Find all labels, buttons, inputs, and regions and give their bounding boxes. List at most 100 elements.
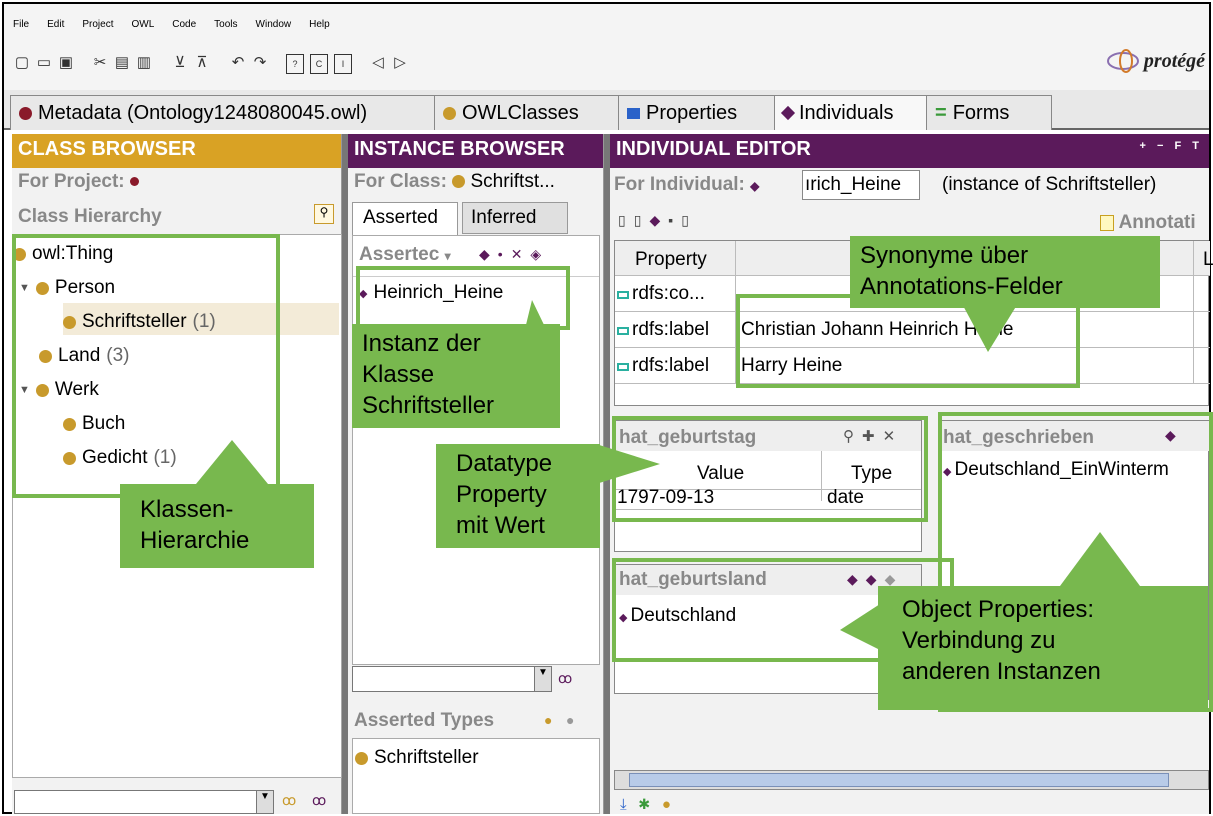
maroon-dot-icon xyxy=(19,106,32,120)
for-individual-label: For Individual: ◆ xyxy=(614,174,759,196)
annotations-label: Annotati xyxy=(1100,212,1196,234)
editor-toolbar: ▯▯◆▪▯ xyxy=(618,212,697,229)
editor-title-tools[interactable]: + − F T xyxy=(1140,140,1203,152)
menu-tools[interactable]: Tools xyxy=(214,19,237,42)
splitter[interactable] xyxy=(604,134,610,814)
scrollbar-thumb[interactable] xyxy=(629,773,1169,787)
highlight-instance xyxy=(356,266,570,330)
class-search-combo[interactable]: ▼ xyxy=(14,790,274,814)
redo-icon[interactable]: ↷ xyxy=(252,54,268,72)
highlight-datatype xyxy=(612,416,928,522)
tab-bar: Metadata (Ontology1248080045.owl) OWLCla… xyxy=(4,90,1209,130)
add-instance-icon[interactable]: • xyxy=(498,246,511,262)
create-instance-icon[interactable]: ◆ xyxy=(479,246,498,262)
download-icon[interactable]: ⤓ xyxy=(620,796,639,813)
instance-search-combo[interactable]: ▼ xyxy=(352,666,552,692)
view-icon[interactable]: ▯ xyxy=(681,212,697,228)
instance-browser-title: INSTANCE BROWSER xyxy=(348,134,603,168)
horizontal-scrollbar[interactable] xyxy=(614,770,1209,790)
individual-name-field[interactable]: ırich_Heine xyxy=(802,170,920,200)
delete-icon[interactable]: ▪ xyxy=(668,212,681,228)
column-header-lang[interactable]: L xyxy=(1203,249,1213,271)
remove-type-icon[interactable]: ● xyxy=(566,712,574,728)
find-class-icon[interactable]: ⚲ xyxy=(314,204,334,224)
menu-code[interactable]: Code xyxy=(172,19,196,42)
callout-synonyme: Synonyme über Annotations-Felder xyxy=(850,236,1160,308)
save-icon[interactable]: ▣ xyxy=(58,54,74,72)
cut-icon[interactable]: ✂ xyxy=(92,54,108,72)
annotation-property-icon xyxy=(617,363,629,371)
add-individual-icon[interactable]: ◆ xyxy=(649,212,668,228)
gold-dot-icon xyxy=(443,106,456,120)
for-class-label: For Class: Schriftst... xyxy=(354,171,555,193)
column-header-property[interactable]: Property xyxy=(635,249,707,271)
bug-icon[interactable]: ✱ xyxy=(639,796,662,813)
menu-edit[interactable]: Edit xyxy=(47,19,64,42)
splitter[interactable] xyxy=(342,134,348,814)
menu-window[interactable]: Window xyxy=(256,19,292,42)
query-icon[interactable]: ? xyxy=(286,54,304,74)
individual-editor-title: INDIVIDUAL EDITOR + − F T xyxy=(610,134,1209,168)
type-item-schriftsteller[interactable]: Schriftsteller xyxy=(355,747,479,769)
blue-square-icon xyxy=(627,107,640,119)
back-arrow-icon[interactable]: ◁ xyxy=(370,54,386,72)
for-class-value: Schriftst... xyxy=(470,171,555,192)
chevron-down-icon[interactable]: ▾ xyxy=(445,249,451,263)
chevron-down-icon[interactable]: ▼ xyxy=(256,791,273,813)
menu-project[interactable]: Project xyxy=(82,19,113,42)
instance-of-label: (instance of Schriftsteller) xyxy=(942,174,1157,195)
callout-instanz: Instanz der Klasse Schriftsteller xyxy=(352,324,560,428)
delete-instance-icon[interactable]: ✕ xyxy=(511,246,531,262)
highlight-synonyms xyxy=(736,294,1080,388)
individual-diamond-icon: ◆ xyxy=(750,179,760,193)
search-instances-icon[interactable]: ꝏ xyxy=(312,792,326,809)
menu-file[interactable]: File xyxy=(13,19,29,42)
tab-metadata[interactable]: Metadata (Ontology1248080045.owl) xyxy=(10,95,448,130)
tab-properties[interactable]: Properties xyxy=(618,95,788,130)
for-project-text: For Project: xyxy=(18,171,125,192)
asserted-types-label: Asserted Types xyxy=(354,710,495,731)
green-form-icon: = xyxy=(935,101,947,124)
tab-forms[interactable]: = Forms xyxy=(926,95,1052,130)
new-file-icon[interactable]: ▢ xyxy=(14,54,30,72)
property-cell: rdfs:label xyxy=(632,355,710,376)
infer-icon[interactable]: I xyxy=(334,54,352,74)
open-folder-icon[interactable]: ▭ xyxy=(36,54,52,72)
for-project-label: For Project: xyxy=(18,171,139,193)
property-cell: rdfs:label xyxy=(632,319,710,340)
paste-icon[interactable]: ▥ xyxy=(136,54,152,72)
table-row-label-2[interactable]: rdfs:label xyxy=(617,355,709,377)
table-row-label-1[interactable]: rdfs:label xyxy=(617,319,709,341)
annotation-property-icon xyxy=(617,291,629,299)
export-icon[interactable]: ⊼ xyxy=(194,54,210,72)
purple-diamond-icon xyxy=(780,105,796,121)
add-type-icon[interactable]: ● xyxy=(544,712,552,728)
undo-icon[interactable]: ↶ xyxy=(230,54,246,72)
tab-asserted[interactable]: Asserted xyxy=(352,202,458,236)
tab-owlclasses[interactable]: OWLClasses xyxy=(434,95,632,130)
table-row-comment[interactable]: rdfs:co... xyxy=(617,283,705,305)
add-class-icon[interactable]: ● xyxy=(662,796,683,813)
project-dot-icon xyxy=(129,177,139,187)
tab-label: Properties xyxy=(646,101,738,124)
copy-icon[interactable]: ▤ xyxy=(114,54,130,72)
instance-actions: ◆•✕◈ xyxy=(479,246,549,263)
tab-inferred[interactable]: Inferred xyxy=(462,202,568,234)
add-value-icon[interactable]: ▯ xyxy=(634,212,650,228)
tab-label: Metadata (Ontology1248080045.owl) xyxy=(38,101,368,124)
new-annotation-icon[interactable]: ▯ xyxy=(618,212,634,228)
property-cell: rdfs:co... xyxy=(632,283,705,304)
menu-help[interactable]: Help xyxy=(309,19,330,42)
tab-individuals[interactable]: Individuals xyxy=(774,95,940,130)
import-icon[interactable]: ⊻ xyxy=(172,54,188,72)
search-binoculars-icon[interactable]: ꝏ xyxy=(558,670,572,687)
tab-label: Individuals xyxy=(799,101,894,124)
search-binoculars-icon[interactable]: ꝏ xyxy=(282,792,296,809)
classify-icon[interactable]: C xyxy=(310,54,328,74)
configure-icon[interactable]: ◈ xyxy=(530,246,549,262)
chevron-down-icon[interactable]: ▼ xyxy=(534,667,551,691)
class-dot-icon xyxy=(355,751,368,765)
annotations-label-text: Annotati xyxy=(1118,212,1196,233)
menu-owl[interactable]: OWL xyxy=(131,19,154,42)
forward-arrow-icon[interactable]: ▷ xyxy=(392,54,408,72)
